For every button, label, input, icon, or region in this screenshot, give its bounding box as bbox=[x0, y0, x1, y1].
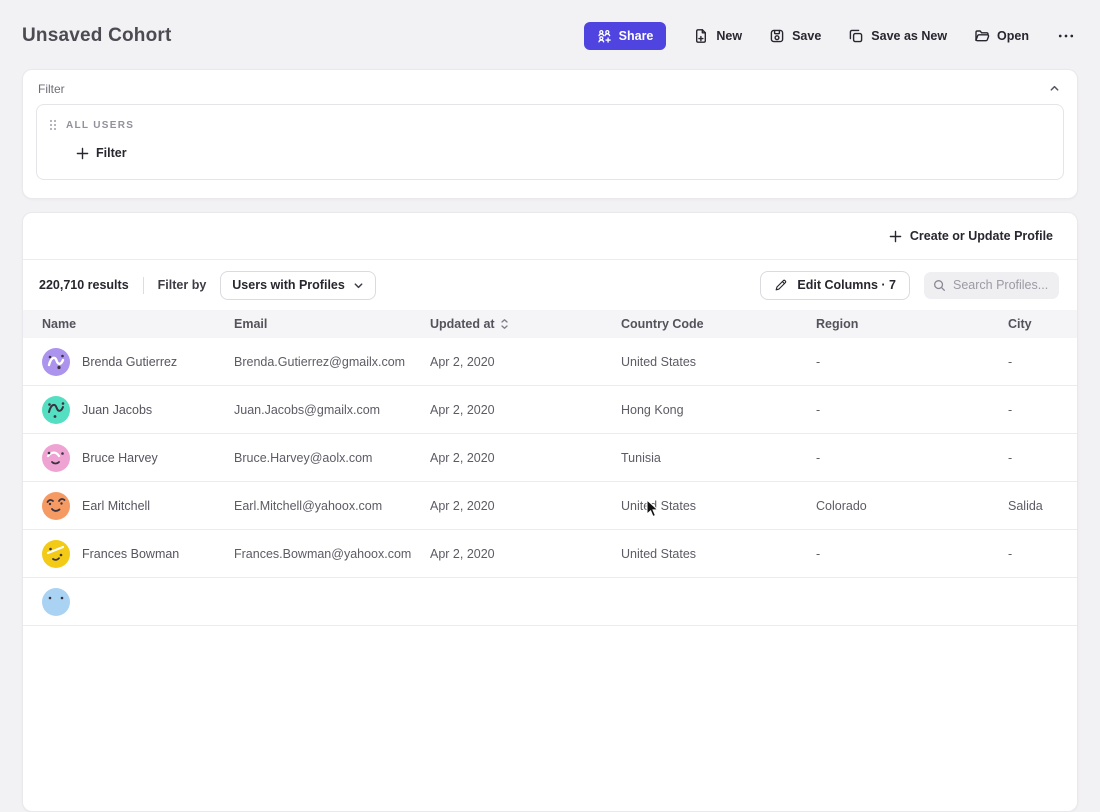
profile-region: - bbox=[816, 403, 1008, 417]
profile-email: Frances.Bowman@yahoox.com bbox=[234, 547, 430, 561]
profile-country-code: United States bbox=[621, 499, 816, 513]
profile-email: Brenda.Gutierrez@gmailx.com bbox=[234, 355, 430, 369]
file-plus-icon bbox=[693, 28, 709, 44]
save-button[interactable]: Save bbox=[769, 28, 821, 44]
profile-country-code: United States bbox=[621, 547, 816, 561]
open-button-label: Open bbox=[997, 29, 1029, 43]
avatar bbox=[42, 540, 70, 568]
share-users-icon bbox=[597, 29, 612, 44]
drag-handle-icon[interactable] bbox=[49, 119, 57, 131]
profile-type-selected-value: Users with Profiles bbox=[232, 278, 345, 292]
table-row[interactable]: Juan Jacobs Juan.Jacobs@gmailx.com Apr 2… bbox=[23, 386, 1077, 434]
top-bar-actions: Share New bbox=[584, 22, 1078, 50]
edit-columns-label: Edit Columns · 7 bbox=[797, 278, 896, 292]
copy-icon bbox=[848, 28, 864, 44]
chevron-down-icon bbox=[353, 280, 364, 291]
table-row[interactable] bbox=[23, 578, 1077, 626]
search-icon bbox=[933, 279, 946, 292]
profile-type-dropdown[interactable]: Users with Profiles bbox=[220, 271, 376, 300]
search-profiles-input[interactable] bbox=[953, 278, 1050, 292]
profile-updated-at: Apr 2, 2020 bbox=[430, 499, 621, 513]
filter-panel: Filter ALL USERS bbox=[22, 69, 1078, 199]
profile-name: Juan Jacobs bbox=[82, 403, 152, 417]
create-or-update-profile-button[interactable]: Create or Update Profile bbox=[889, 229, 1053, 243]
save-button-label: Save bbox=[792, 29, 821, 43]
plus-icon bbox=[889, 230, 902, 243]
profile-city: - bbox=[1008, 451, 1057, 465]
profile-city: Salida bbox=[1008, 499, 1057, 513]
results-panel: Create or Update Profile 220,710 results… bbox=[22, 212, 1078, 812]
profile-city: - bbox=[1008, 403, 1057, 417]
page-title: Unsaved Cohort bbox=[22, 25, 172, 47]
avatar bbox=[42, 348, 70, 376]
open-button[interactable]: Open bbox=[974, 28, 1029, 44]
profile-city: - bbox=[1008, 355, 1057, 369]
profile-updated-at: Apr 2, 2020 bbox=[430, 355, 621, 369]
save-as-new-button-label: Save as New bbox=[871, 29, 947, 43]
profile-region: - bbox=[816, 451, 1008, 465]
profile-name: Earl Mitchell bbox=[82, 499, 150, 513]
results-count: 220,710 results bbox=[39, 278, 129, 292]
table-row[interactable]: Brenda Gutierrez Brenda.Gutierrez@gmailx… bbox=[23, 338, 1077, 386]
profile-region: Colorado bbox=[816, 499, 1008, 513]
profile-region: - bbox=[816, 547, 1008, 561]
column-header-name[interactable]: Name bbox=[42, 317, 234, 331]
filter-by-label: Filter by bbox=[158, 278, 207, 292]
profile-updated-at: Apr 2, 2020 bbox=[430, 547, 621, 561]
column-header-country-code[interactable]: Country Code bbox=[621, 317, 816, 331]
edit-columns-button[interactable]: Edit Columns · 7 bbox=[760, 271, 910, 300]
new-button[interactable]: New bbox=[693, 28, 742, 44]
more-options-button[interactable] bbox=[1056, 28, 1076, 44]
avatar bbox=[42, 492, 70, 520]
column-header-updated-at[interactable]: Updated at bbox=[430, 317, 621, 331]
column-header-city[interactable]: City bbox=[1008, 317, 1057, 331]
collapse-filter-button[interactable] bbox=[1047, 81, 1062, 96]
share-button-label: Share bbox=[619, 29, 654, 43]
profile-country-code: Tunisia bbox=[621, 451, 816, 465]
table-row[interactable]: Frances Bowman Frances.Bowman@yahoox.com… bbox=[23, 530, 1077, 578]
avatar bbox=[42, 396, 70, 424]
filter-group: ALL USERS Filter bbox=[36, 104, 1064, 180]
profile-country-code: Hong Kong bbox=[621, 403, 816, 417]
profile-updated-at: Apr 2, 2020 bbox=[430, 451, 621, 465]
avatar bbox=[42, 444, 70, 472]
save-as-new-button[interactable]: Save as New bbox=[848, 28, 947, 44]
ellipsis-icon bbox=[1058, 28, 1074, 44]
create-or-update-profile-label: Create or Update Profile bbox=[910, 229, 1053, 243]
filter-panel-label: Filter bbox=[38, 82, 65, 96]
new-button-label: New bbox=[716, 29, 742, 43]
all-users-label: ALL USERS bbox=[66, 120, 134, 131]
profile-updated-at: Apr 2, 2020 bbox=[430, 403, 621, 417]
profile-country-code: United States bbox=[621, 355, 816, 369]
profile-email: Earl.Mitchell@yahoox.com bbox=[234, 499, 430, 513]
profile-name: Bruce Harvey bbox=[82, 451, 158, 465]
share-button[interactable]: Share bbox=[584, 22, 667, 50]
divider bbox=[143, 277, 144, 294]
profile-email: Juan.Jacobs@gmailx.com bbox=[234, 403, 430, 417]
sort-icon[interactable] bbox=[499, 318, 510, 330]
top-bar: Unsaved Cohort Share bbox=[22, 0, 1078, 66]
profile-name: Brenda Gutierrez bbox=[82, 355, 177, 369]
profile-name: Frances Bowman bbox=[82, 547, 179, 561]
profile-region: - bbox=[816, 355, 1008, 369]
save-icon bbox=[769, 28, 785, 44]
chevron-up-icon bbox=[1049, 83, 1060, 94]
column-header-email[interactable]: Email bbox=[234, 317, 430, 331]
profile-city: - bbox=[1008, 547, 1057, 561]
folder-icon bbox=[974, 28, 990, 44]
pencil-icon bbox=[774, 278, 788, 292]
table-row[interactable]: Bruce Harvey Bruce.Harvey@aolx.com Apr 2… bbox=[23, 434, 1077, 482]
column-header-region[interactable]: Region bbox=[816, 317, 1008, 331]
table-header-row: Name Email Updated at Country Code Regio… bbox=[23, 310, 1077, 338]
add-filter-label: Filter bbox=[96, 146, 127, 160]
table-row[interactable]: Earl Mitchell Earl.Mitchell@yahoox.com A… bbox=[23, 482, 1077, 530]
search-profiles-box bbox=[924, 272, 1059, 299]
plus-icon bbox=[76, 147, 89, 160]
profile-email: Bruce.Harvey@aolx.com bbox=[234, 451, 430, 465]
add-filter-button[interactable]: Filter bbox=[76, 146, 127, 160]
